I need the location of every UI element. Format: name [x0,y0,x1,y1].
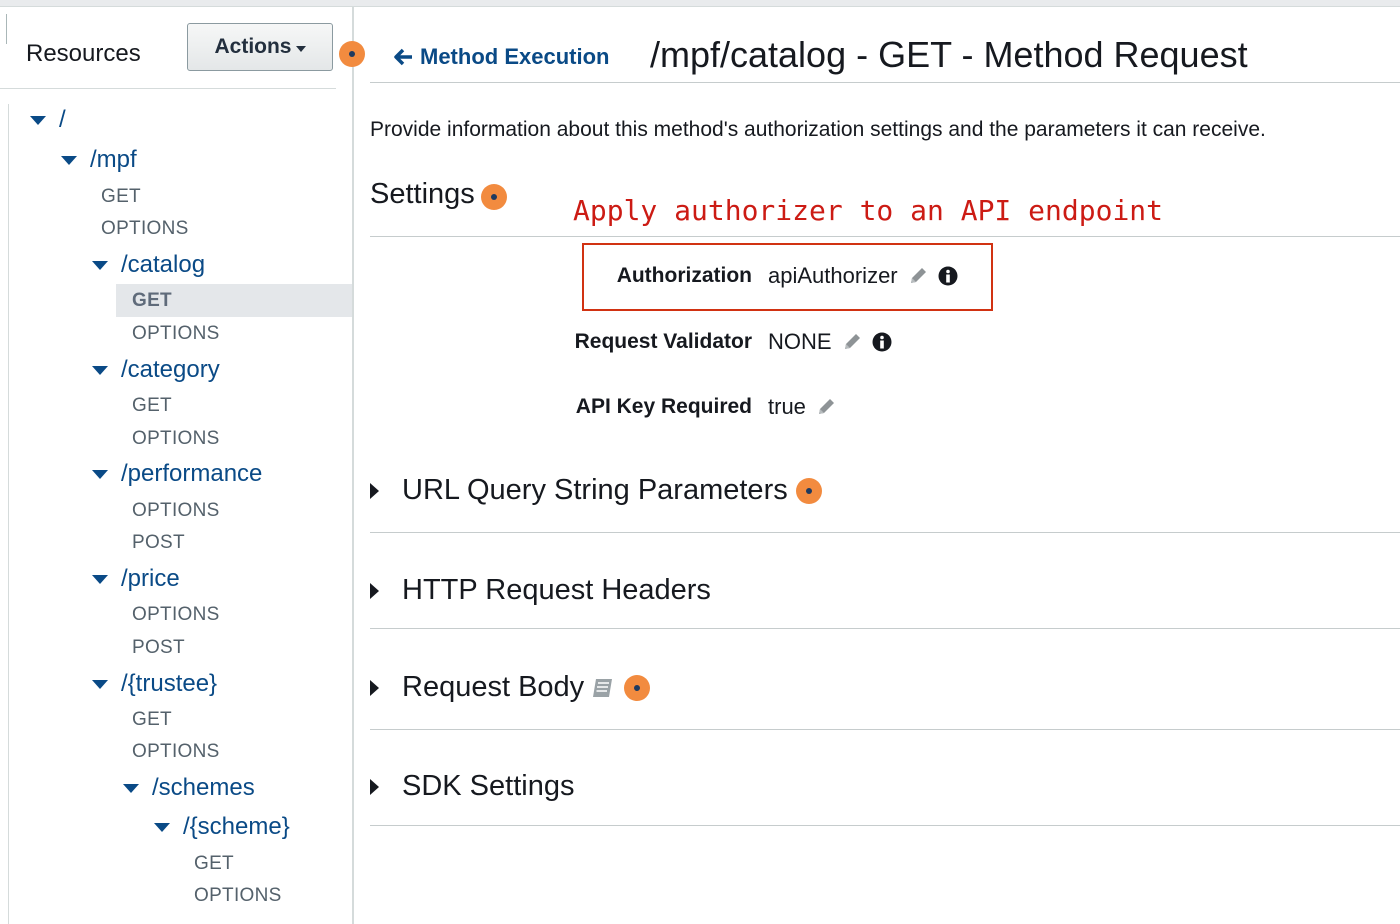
page-description: Provide information about this method's … [370,118,1266,141]
section-sdk-settings[interactable]: SDK Settings [370,770,574,803]
arrow-left-icon [394,48,412,66]
tree-method-trustee-options[interactable]: OPTIONS [132,741,220,763]
authorization-value-text: apiAuthorizer [768,263,898,288]
section-label: HTTP Request Headers [402,574,711,606]
pencil-icon[interactable] [908,266,928,286]
settings-title: Settings [370,178,475,210]
info-dot-icon[interactable] [624,674,651,701]
request-validator-value-text: NONE [768,329,832,354]
section-label: URL Query String Parameters [402,474,788,506]
info-icon[interactable] [938,266,958,286]
section-url-query-string-parameters[interactable]: URL Query String Parameters [370,474,822,507]
tree-method-mpf-get[interactable]: GET [101,186,141,208]
tree-resource-scheme[interactable]: /{scheme} [154,813,290,841]
expand-caret-icon[interactable] [30,115,46,125]
expand-caret-icon[interactable] [370,482,379,499]
expand-caret-icon[interactable] [92,365,108,375]
api-key-required-label: API Key Required [575,395,752,418]
tree-resource-mpf[interactable]: /mpf [61,146,137,174]
tree-method-scheme-get[interactable]: GET [194,853,234,875]
request-validator-value: NONE [768,329,892,355]
tree-resource-schemes[interactable]: /schemes [123,774,255,802]
method-execution-link[interactable]: Method Execution [394,44,609,70]
info-dot-icon[interactable] [481,184,507,210]
expand-caret-icon[interactable] [370,582,379,599]
method-execution-label: Method Execution [420,44,610,69]
tree-method-trustee-get[interactable]: GET [132,709,172,731]
tree-method-mpf-options[interactable]: OPTIONS [101,218,189,240]
page-title: /mpf/catalog - GET - Method Request [650,34,1248,75]
expand-caret-icon[interactable] [370,679,379,696]
tree-method-price-post[interactable]: POST [132,637,185,659]
authorization-label: Authorization [616,264,752,287]
expand-caret-icon[interactable] [154,822,170,832]
pencil-icon[interactable] [816,397,836,417]
divider [370,825,1400,826]
tree-resource-category[interactable]: /category [92,356,220,384]
tree-resource-root[interactable]: / [30,106,66,134]
actions-button[interactable]: Actions [187,23,333,71]
section-label: Request Body [402,671,585,703]
divider [370,729,1400,730]
tree-method-scheme-options[interactable]: OPTIONS [194,885,282,907]
book-icon [593,678,613,697]
tree-resource-trustee[interactable]: /{trustee} [92,670,217,698]
divider [370,628,1400,629]
tree-resource-price[interactable]: /price [92,565,180,593]
api-key-required-value-text: true [768,394,806,419]
tree-method-performance-post[interactable]: POST [132,532,185,554]
divider [0,88,336,89]
tree-method-price-options[interactable]: OPTIONS [132,604,220,626]
request-validator-label: Request Validator [574,330,752,353]
expand-caret-icon[interactable] [92,679,108,689]
info-dot-icon[interactable] [795,477,822,504]
api-key-required-value: true [768,394,836,420]
divider [370,82,1400,83]
resources-title: Resources [26,40,141,67]
section-label: SDK Settings [402,770,575,802]
expand-caret-icon[interactable] [123,783,139,793]
authorization-value: apiAuthorizer [768,263,958,289]
expand-caret-icon[interactable] [92,469,108,479]
section-request-body[interactable]: Request Body [370,671,651,704]
pencil-icon[interactable] [842,332,862,352]
caret-down-icon [295,45,306,52]
divider [370,532,1400,533]
tree-method-category-options[interactable]: OPTIONS [132,428,220,450]
tree-method-performance-options[interactable]: OPTIONS [132,500,220,522]
tree-resource-performance[interactable]: /performance [92,460,262,488]
info-icon[interactable] [872,332,892,352]
expand-caret-icon[interactable] [370,778,379,795]
tree-guide-line [8,104,9,924]
tree-method-catalog-get[interactable]: GET [132,290,172,312]
annotation-text: Apply authorizer to an API endpoint [573,194,1164,227]
info-dot-icon[interactable] [339,41,365,67]
top-bar [0,0,1400,7]
divider [370,236,1400,237]
actions-button-label: Actions [214,35,292,58]
section-http-request-headers[interactable]: HTTP Request Headers [370,574,711,607]
expand-caret-icon[interactable] [61,155,77,165]
expand-caret-icon[interactable] [92,574,108,584]
